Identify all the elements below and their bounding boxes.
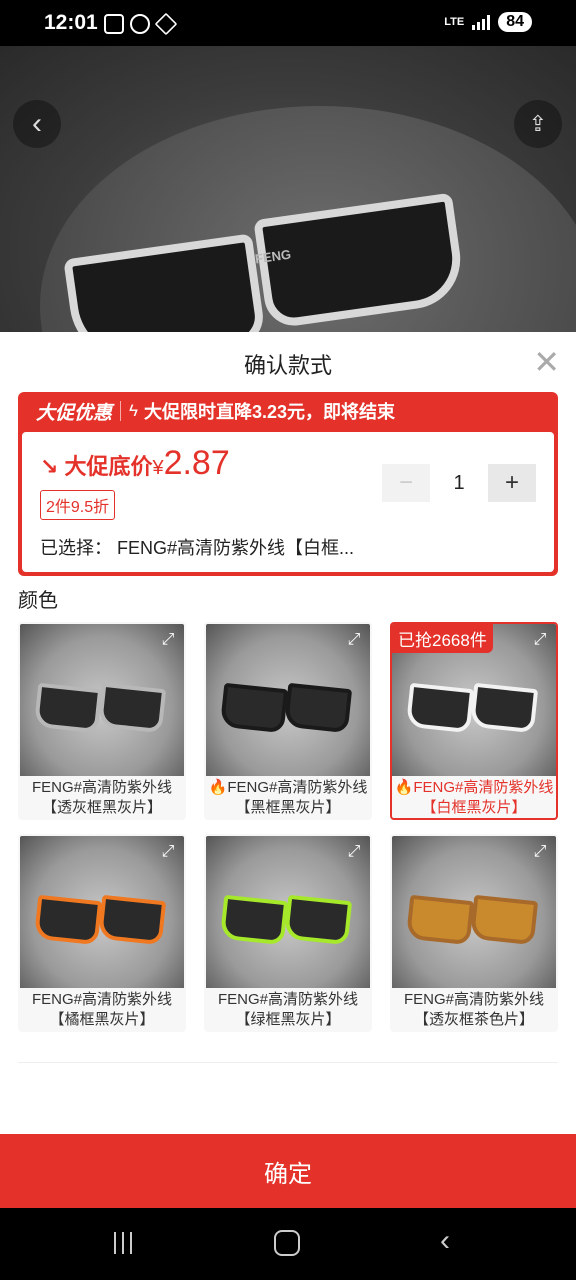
- lightning-icon: ϟ: [129, 401, 139, 420]
- promo-body: ↘ 大促底价 ¥ 2.87 2件9.5折 已选择： FENG#高清防紫外线【白框…: [22, 432, 554, 572]
- back-nav-button[interactable]: ‹: [440, 1224, 450, 1258]
- fire-icon: 🔥: [394, 779, 414, 796]
- option-caption: 🔥FENG#高清防紫外线 【白框黑灰片】: [394, 779, 554, 816]
- selected-option-text: 已选择： FENG#高清防紫外线【白框...: [40, 538, 355, 558]
- expand-icon[interactable]: ⤢: [530, 842, 550, 862]
- quantity-value[interactable]: 1: [430, 472, 488, 495]
- expand-icon[interactable]: ⤢: [158, 842, 178, 862]
- option-caption: FENG#高清防紫外线 【绿框黑灰片】: [217, 991, 358, 1028]
- style-selection-sheet: 确认款式 ✕ 大促优惠 ϟ 大促限时直降3.23元，即将结束 ↘ 大促底价 ¥ …: [0, 332, 576, 1208]
- confirm-button[interactable]: 确定: [0, 1134, 576, 1208]
- status-time: 12:01: [44, 11, 98, 34]
- promo-card: 大促优惠 ϟ 大促限时直降3.23元，即将结束 ↘ 大促底价 ¥ 2.87 2件…: [18, 392, 558, 576]
- option-caption: FENG#高清防紫外线 【透灰框茶色片】: [403, 991, 544, 1028]
- notification-icons: [104, 12, 178, 36]
- sheet-title: 确认款式: [243, 353, 332, 378]
- promo-tag: 大促优惠: [36, 402, 113, 424]
- divider: [18, 1062, 558, 1063]
- system-nav-bar: ‹: [0, 1208, 576, 1280]
- share-button[interactable]: ⇪: [514, 100, 562, 148]
- color-option[interactable]: ⤢ FENG#高清防紫外线 【透灰框茶色片】: [390, 834, 558, 1032]
- color-option[interactable]: ⤢ FENG#高清防紫外线 【橘框黑灰片】: [18, 834, 186, 1032]
- share-icon: ⇪: [528, 111, 548, 136]
- price-drop-icon: ↘: [40, 454, 59, 479]
- decrease-button[interactable]: −: [382, 464, 430, 502]
- home-button[interactable]: [274, 1230, 300, 1256]
- chevron-left-icon: ‹: [32, 107, 42, 140]
- network-type: LTE: [444, 16, 465, 28]
- whatsapp-icon: [130, 14, 150, 34]
- screenshot-icon: [104, 14, 124, 34]
- sold-count-badge: 已抢2668件: [392, 624, 493, 653]
- color-option[interactable]: ⤢ FENG#高清防紫外线 【绿框黑灰片】: [204, 834, 372, 1032]
- expand-icon[interactable]: ⤢: [530, 630, 550, 650]
- recents-button[interactable]: [114, 1232, 138, 1254]
- option-caption: FENG#高清防紫外线 【橘框黑灰片】: [31, 991, 172, 1028]
- option-caption: 🔥FENG#高清防紫外线 【黑框黑灰片】: [208, 779, 368, 816]
- price-value: 2.87: [163, 444, 230, 482]
- close-icon[interactable]: ✕: [533, 346, 560, 378]
- promo-header: 大促优惠 ϟ 大促限时直降3.23元，即将结束: [18, 392, 558, 430]
- price-row: ↘ 大促底价 ¥ 2.87: [40, 444, 230, 483]
- color-option[interactable]: ⤢ 🔥FENG#高清防紫外线 【黑框黑灰片】: [204, 622, 372, 820]
- promo-text: 大促限时直降3.23元，即将结束: [144, 402, 396, 422]
- fire-icon: 🔥: [208, 779, 228, 796]
- expand-icon[interactable]: ⤢: [158, 630, 178, 650]
- color-option[interactable]: ⤢ FENG#高清防紫外线 【透灰框黑灰片】: [18, 622, 186, 820]
- currency-symbol: ¥: [152, 457, 164, 479]
- telegram-icon: [154, 12, 178, 36]
- price-label: 大促底价: [64, 454, 153, 479]
- battery-indicator: 84: [498, 12, 532, 32]
- expand-icon[interactable]: ⤢: [344, 630, 364, 650]
- back-button[interactable]: ‹: [13, 100, 61, 148]
- quantity-stepper: − 1 +: [382, 464, 536, 502]
- sunglasses-image: [63, 192, 470, 334]
- product-image: FENG ‹ ⇪: [0, 46, 576, 334]
- signal-icon: [472, 14, 491, 30]
- option-caption: FENG#高清防紫外线 【透灰框黑灰片】: [31, 779, 172, 816]
- discount-badge: 2件9.5折: [40, 490, 116, 520]
- color-option-selected[interactable]: 已抢2668件 ⤢ 🔥FENG#高清防紫外线 【白框黑灰片】: [390, 622, 558, 820]
- color-section-label: 颜色: [18, 590, 58, 612]
- status-bar: 12:01 LTE 84: [0, 0, 576, 46]
- increase-button[interactable]: +: [488, 464, 536, 502]
- expand-icon[interactable]: ⤢: [344, 842, 364, 862]
